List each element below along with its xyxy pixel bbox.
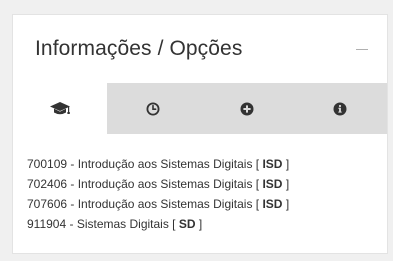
info-circle-icon <box>333 102 347 115</box>
clock-icon <box>146 102 160 115</box>
course-bracket: ] <box>282 197 290 211</box>
course-list: 700109 - Introdução aos Sistemas Digitai… <box>13 134 387 234</box>
minus-icon <box>356 48 368 50</box>
plus-circle-icon <box>240 102 254 115</box>
course-text: 700109 - Introdução aos Sistemas Digitai… <box>27 157 263 171</box>
panel-header: Informações / Opções <box>13 15 387 83</box>
tab-schedule[interactable] <box>107 83 201 134</box>
list-item: 702406 - Introdução aos Sistemas Digitai… <box>27 174 387 194</box>
tab-add[interactable] <box>200 83 294 134</box>
course-bracket: ] <box>195 217 203 231</box>
list-item: 700109 - Introdução aos Sistemas Digitai… <box>27 154 387 174</box>
graduation-cap-icon <box>49 101 70 114</box>
course-text: 911904 - Sistemas Digitais [ <box>27 217 179 231</box>
list-item: 911904 - Sistemas Digitais [ SD ] <box>27 214 387 234</box>
collapse-button[interactable] <box>351 38 373 60</box>
tab-courses[interactable] <box>13 83 107 134</box>
course-code: ISD <box>262 197 283 211</box>
course-text: 707606 - Introdução aos Sistemas Digitai… <box>27 197 263 211</box>
course-code: ISD <box>262 177 283 191</box>
info-options-panel: Informações / Opções 700109 - Introdução… <box>12 14 388 254</box>
course-bracket: ] <box>282 177 290 191</box>
course-code: ISD <box>262 157 283 171</box>
course-bracket: ] <box>282 157 290 171</box>
list-item: 707606 - Introdução aos Sistemas Digitai… <box>27 194 387 214</box>
tab-bar <box>13 83 387 134</box>
tab-info[interactable] <box>294 83 388 134</box>
course-text: 702406 - Introdução aos Sistemas Digitai… <box>27 177 263 191</box>
panel-title: Informações / Opções <box>35 37 243 60</box>
course-code: SD <box>178 217 196 231</box>
